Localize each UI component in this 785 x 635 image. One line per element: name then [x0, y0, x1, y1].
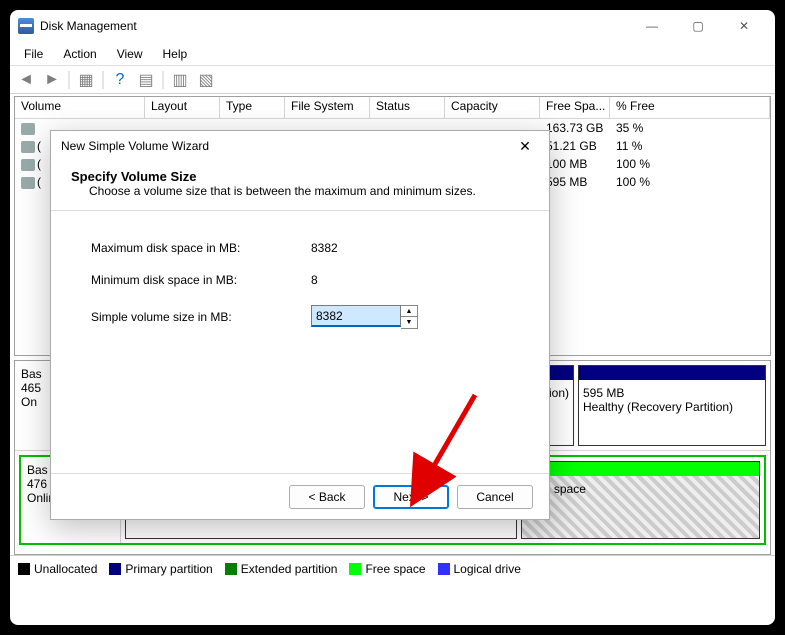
refresh-icon[interactable]: ▤ [134, 69, 158, 91]
stripe-primary [579, 366, 765, 380]
toolbar: ◄ ► ▦ ? ▤ ▥ ▧ [10, 66, 775, 94]
col-capacity[interactable]: Capacity [445, 97, 540, 119]
disk-icon [21, 123, 35, 135]
menu-file[interactable]: File [14, 45, 53, 63]
minimize-button[interactable]: — [629, 10, 675, 42]
app-icon [18, 18, 34, 34]
chart-icon[interactable]: ▧ [194, 69, 218, 91]
max-space-value: 8382 [311, 241, 338, 255]
menu-help[interactable]: Help [153, 45, 198, 63]
menu-action[interactable]: Action [53, 45, 106, 63]
recovery-partition[interactable]: 595 MB Healthy (Recovery Partition) [578, 365, 766, 446]
min-space-label: Minimum disk space in MB: [91, 273, 311, 287]
volume-size-input[interactable] [311, 305, 401, 327]
free-space-partition[interactable]: Free space [521, 461, 760, 539]
swatch-unallocated [18, 563, 30, 575]
table-icon[interactable]: ▦ [74, 69, 98, 91]
settings-icon[interactable]: ▥ [168, 69, 192, 91]
separator [162, 71, 164, 89]
next-button[interactable]: Next > [373, 485, 449, 509]
cancel-button[interactable]: Cancel [457, 485, 533, 509]
col-layout[interactable]: Layout [145, 97, 220, 119]
titlebar: Disk Management — ▢ ✕ [10, 10, 775, 42]
col-filesystem[interactable]: File System [285, 97, 370, 119]
stripe-free [522, 462, 759, 476]
wizard-title: New Simple Volume Wizard [61, 139, 511, 153]
col-volume[interactable]: Volume [15, 97, 145, 119]
forward-icon[interactable]: ► [40, 69, 64, 91]
swatch-free [349, 563, 361, 575]
spinner-down-button[interactable]: ▼ [401, 317, 417, 328]
back-icon[interactable]: ◄ [14, 69, 38, 91]
maximize-button[interactable]: ▢ [675, 10, 721, 42]
legend: Unallocated Primary partition Extended p… [10, 555, 775, 581]
col-type[interactable]: Type [220, 97, 285, 119]
app-window: Disk Management — ▢ ✕ File Action View H… [10, 10, 775, 625]
disk-icon [21, 141, 35, 153]
volume-size-label: Simple volume size in MB: [91, 310, 311, 324]
col-free[interactable]: Free Spa... [540, 97, 610, 119]
swatch-extended [225, 563, 237, 575]
separator [102, 71, 104, 89]
col-percent[interactable]: % Free [610, 97, 770, 119]
col-status[interactable]: Status [370, 97, 445, 119]
table-header: Volume Layout Type File System Status Ca… [15, 97, 770, 119]
disk-icon [21, 159, 35, 171]
disk-icon [21, 177, 35, 189]
menu-view[interactable]: View [107, 45, 153, 63]
app-title: Disk Management [40, 19, 629, 33]
separator [68, 71, 70, 89]
wizard-footer: < Back Next > Cancel [51, 473, 549, 519]
wizard-close-button[interactable]: ✕ [511, 132, 539, 160]
wizard-titlebar: New Simple Volume Wizard ✕ [51, 131, 549, 161]
back-button[interactable]: < Back [289, 485, 365, 509]
min-space-value: 8 [311, 273, 318, 287]
wizard-subheading: Choose a volume size that is between the… [71, 184, 476, 198]
help-icon[interactable]: ? [108, 69, 132, 91]
new-volume-wizard: New Simple Volume Wizard ✕ Specify Volum… [50, 130, 550, 520]
max-space-label: Maximum disk space in MB: [91, 241, 311, 255]
spinner-up-button[interactable]: ▲ [401, 306, 417, 317]
wizard-heading: Specify Volume Size [71, 169, 196, 184]
wizard-header: Specify Volume Size Choose a volume size… [51, 161, 549, 211]
swatch-primary [109, 563, 121, 575]
close-button[interactable]: ✕ [721, 10, 767, 42]
menubar: File Action View Help [10, 42, 775, 66]
swatch-logical [438, 563, 450, 575]
